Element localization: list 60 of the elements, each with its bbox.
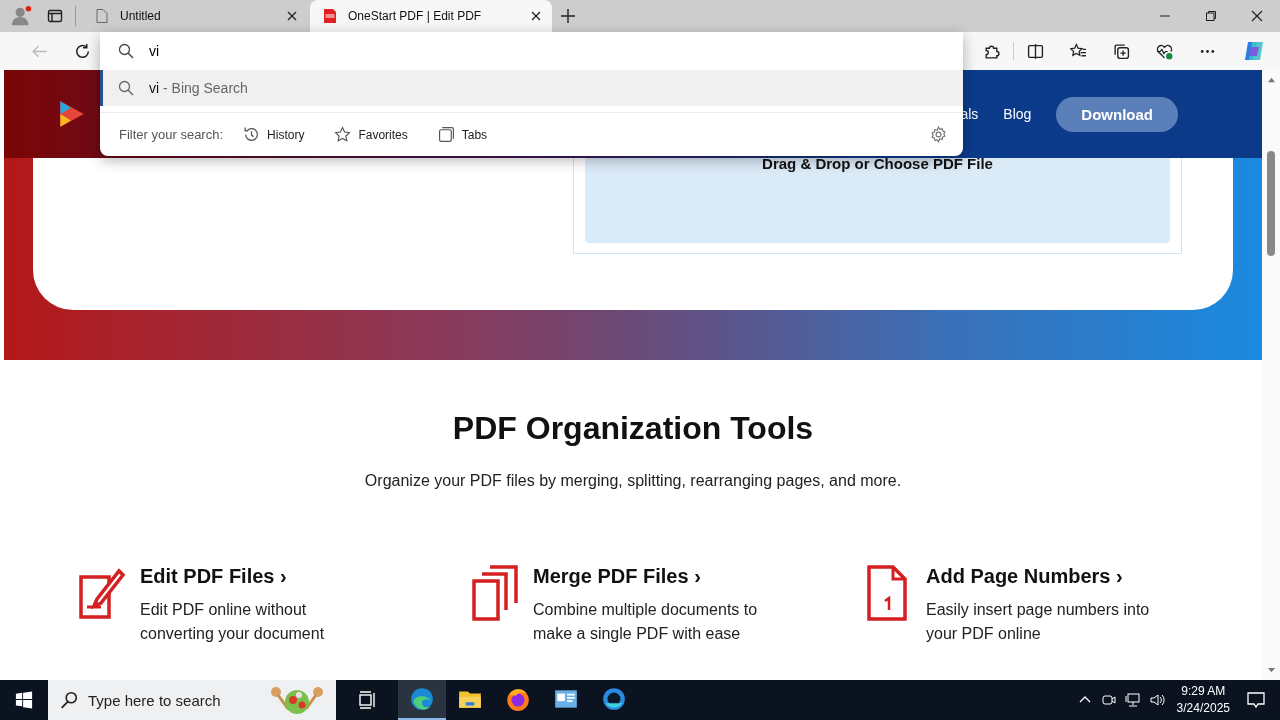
search-input[interactable]: Type here to search [86, 690, 266, 710]
scroll-down-icon[interactable] [1266, 667, 1276, 674]
tabs-icon [437, 126, 455, 143]
close-icon[interactable] [287, 11, 297, 21]
browser-tab[interactable]: OneStart PDF | Edit PDF [310, 0, 552, 32]
download-button[interactable]: Download [1056, 96, 1178, 132]
camera-icon[interactable] [1100, 692, 1117, 708]
filter-label: Filter your search: [119, 127, 224, 142]
pdf-icon [322, 8, 338, 24]
tool-description: Combine multiple documents to make a single PDF with ease [533, 600, 759, 644]
clock-date[interactable]: 3/24/2025 [1176, 700, 1230, 717]
settings-icon[interactable] [930, 126, 947, 143]
health-icon[interactable] [1156, 42, 1173, 60]
profile-icon[interactable] [11, 5, 33, 27]
tool-description: Edit PDF online without converting your document [140, 600, 326, 644]
search-icon [118, 80, 134, 96]
clock-time[interactable]: 9:29 AM [1181, 683, 1226, 700]
scroll-thumb[interactable] [1267, 151, 1275, 256]
extensions-icon[interactable] [983, 42, 1000, 60]
section-subtitle: Organize your PDF files by merging, splitting, rearranging pages, and more. [364, 472, 902, 490]
upload-area[interactable]: Drag & Drop or Choose PDF File [573, 158, 1182, 254]
edge-icon [409, 686, 435, 712]
search-icon [118, 43, 134, 59]
search-suggestion[interactable]: vi - Bing Search [100, 70, 963, 106]
restore-icon[interactable] [1205, 10, 1217, 22]
copilot-icon[interactable] [1242, 39, 1266, 63]
task-view-icon[interactable] [358, 690, 378, 710]
star-icon [334, 126, 352, 143]
notifications-icon[interactable] [1246, 690, 1266, 710]
scroll-up-icon[interactable] [1266, 76, 1276, 83]
page-icon [94, 8, 110, 24]
network-icon[interactable] [1124, 692, 1141, 708]
filter-option[interactable]: History [243, 126, 305, 143]
taskbar-search-field[interactable]: Type here to search [48, 680, 336, 720]
upload-prompt: Drag & Drop or Choose PDF File [762, 155, 993, 173]
browser-tab[interactable]: Untitled [82, 0, 308, 32]
search-icon [60, 691, 78, 709]
address-field[interactable]: vi [149, 43, 963, 59]
history-icon [243, 126, 261, 143]
split-screen-icon[interactable] [1027, 42, 1044, 60]
refresh-icon[interactable] [74, 42, 91, 60]
volume-icon[interactable] [1148, 692, 1165, 708]
filter-option[interactable]: Tabs [437, 126, 488, 143]
close-icon[interactable] [531, 11, 541, 21]
firefox-icon [505, 686, 531, 712]
tool-link[interactable]: Add Page Numbers › [926, 565, 1123, 587]
tool-link[interactable]: Merge PDF Files › [533, 565, 701, 587]
close-icon[interactable] [1251, 10, 1263, 22]
filter-option[interactable]: Favorites [334, 126, 408, 143]
new-tab-icon[interactable] [560, 8, 576, 24]
tool-link[interactable]: Edit PDF Files › [140, 565, 287, 587]
nav-link[interactable]: Blog [1003, 106, 1032, 122]
ring-icon [601, 686, 627, 712]
tab-actions-icon[interactable] [47, 8, 63, 24]
documents-icon [469, 565, 519, 621]
section-heading: PDF Organization Tools [452, 410, 814, 447]
tool-description: Easily insert page numbers into your PDF online [926, 600, 1151, 644]
taskbar-app[interactable] [398, 680, 446, 720]
start-icon[interactable] [15, 691, 33, 709]
collections-icon[interactable] [1113, 42, 1130, 60]
